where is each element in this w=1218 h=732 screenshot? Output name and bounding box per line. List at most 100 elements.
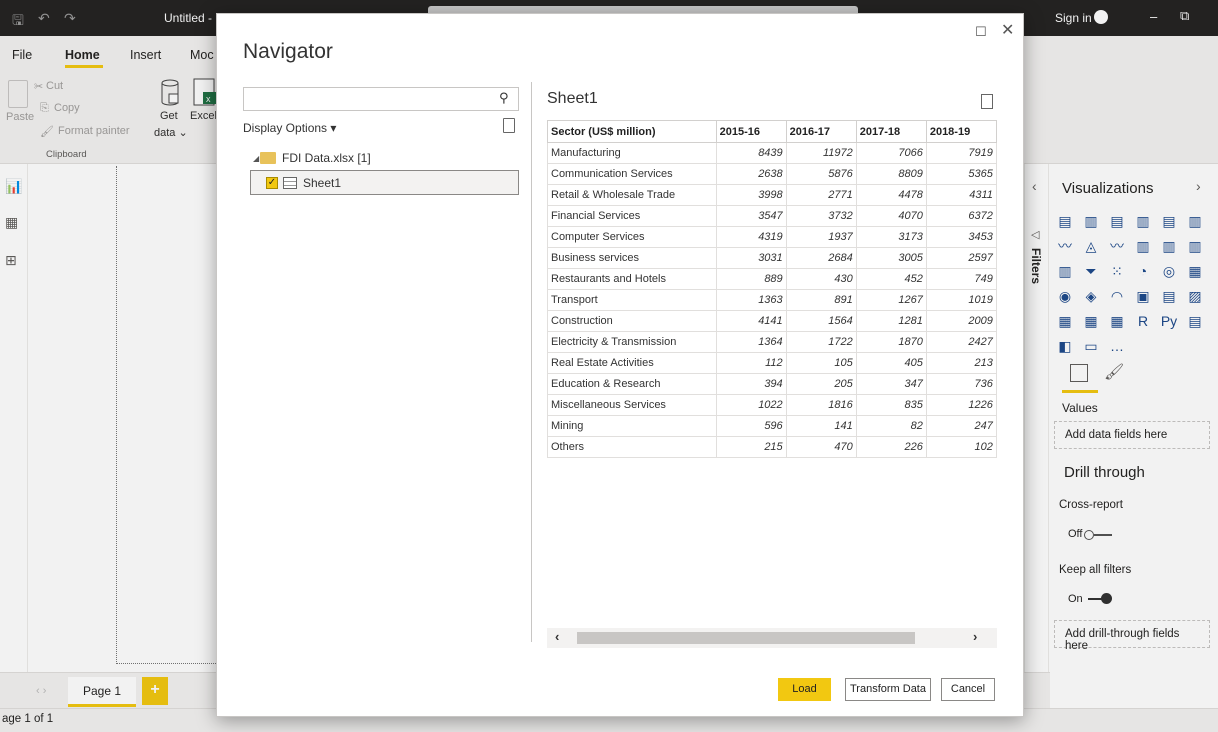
table-row: Business services 3031 2684 3005 2597 bbox=[547, 247, 997, 269]
overflow-cell bbox=[995, 352, 997, 374]
value-cell: 3173 bbox=[855, 226, 927, 248]
sector-cell: Real Estate Activities bbox=[547, 352, 717, 374]
overflow-cell bbox=[995, 247, 997, 269]
scroll-left-icon[interactable]: ‹ bbox=[555, 629, 559, 644]
value-cell: 215 bbox=[715, 436, 787, 458]
value-cell: 105 bbox=[785, 352, 857, 374]
value-cell: 1816 bbox=[785, 394, 857, 416]
value-cell: 470 bbox=[785, 436, 857, 458]
sector-cell: Others bbox=[547, 436, 717, 458]
value-cell: 5365 bbox=[925, 163, 997, 185]
value-cell: 835 bbox=[855, 394, 927, 416]
value-cell: 2684 bbox=[785, 247, 857, 269]
refresh-icon[interactable] bbox=[503, 118, 515, 133]
maximize-icon[interactable]: ☐ bbox=[975, 24, 987, 40]
table-row: Real Estate Activities 112 105 405 213 bbox=[547, 352, 997, 374]
value-cell: 205 bbox=[785, 373, 857, 395]
value-cell: 2427 bbox=[925, 331, 997, 353]
value-cell: 213 bbox=[925, 352, 997, 374]
table-icon bbox=[283, 177, 297, 189]
column-header: 2015-16 bbox=[715, 120, 787, 143]
sector-cell: Construction bbox=[547, 310, 717, 332]
value-cell: 7919 bbox=[925, 142, 997, 164]
value-cell: 1022 bbox=[715, 394, 787, 416]
value-cell: 6372 bbox=[925, 205, 997, 227]
table-row: Transport 1363 891 1267 1019 bbox=[547, 289, 997, 311]
value-cell: 596 bbox=[715, 415, 787, 437]
transform-data-button[interactable]: Transform Data bbox=[845, 678, 931, 701]
column-header: 2016-17 bbox=[785, 120, 857, 143]
navigator-dialog: Navigator ☐ ✕ ⚲ Display Options ▾ ◢ FDI … bbox=[216, 13, 1024, 717]
table-row: Mining 596 141 82 247 bbox=[547, 415, 997, 437]
overflow-cell bbox=[995, 205, 997, 227]
value-cell: 2771 bbox=[785, 184, 857, 206]
display-options-dropdown[interactable]: Display Options ▾ bbox=[243, 121, 336, 135]
value-cell: 1870 bbox=[855, 331, 927, 353]
navigator-search-input[interactable] bbox=[244, 88, 494, 110]
sector-cell: Financial Services bbox=[547, 205, 717, 227]
scroll-right-icon[interactable]: › bbox=[973, 629, 977, 644]
sector-cell: Manufacturing bbox=[547, 142, 717, 164]
value-cell: 1364 bbox=[715, 331, 787, 353]
value-cell: 1019 bbox=[925, 289, 997, 311]
value-cell: 1267 bbox=[855, 289, 927, 311]
overflow-cell bbox=[995, 142, 997, 164]
value-cell: 2597 bbox=[925, 247, 997, 269]
table-row: Electricity & Transmission 1364 1722 1870 24… bbox=[547, 331, 997, 353]
overflow-cell bbox=[995, 310, 997, 332]
value-cell: 247 bbox=[925, 415, 997, 437]
navigator-search bbox=[243, 87, 519, 111]
sheet-checkbox[interactable]: ✓ bbox=[266, 177, 278, 189]
value-cell: 1564 bbox=[785, 310, 857, 332]
value-cell: 1937 bbox=[785, 226, 857, 248]
sheet-label: Sheet1 bbox=[303, 176, 342, 190]
sector-cell: Transport bbox=[547, 289, 717, 311]
sector-cell: Business services bbox=[547, 247, 717, 269]
value-cell: 891 bbox=[785, 289, 857, 311]
search-icon[interactable]: ⚲ bbox=[499, 90, 509, 106]
value-cell: 3998 bbox=[715, 184, 787, 206]
value-cell: 394 bbox=[715, 373, 787, 395]
tree-expand-icon[interactable]: ◢ bbox=[253, 154, 259, 163]
overflow-cell bbox=[995, 394, 997, 416]
column-header: Sector (US$ million) bbox=[547, 120, 717, 143]
cancel-button[interactable]: Cancel bbox=[941, 678, 995, 701]
value-cell: 736 bbox=[925, 373, 997, 395]
table-row: Retail & Wholesale Trade 3998 2771 4478 4311 bbox=[547, 184, 997, 206]
sector-cell: Restaurants and Hotels bbox=[547, 268, 717, 290]
column-header: 2 bbox=[995, 120, 997, 143]
close-icon[interactable]: ✕ bbox=[1001, 20, 1014, 40]
table-row: Computer Services 4319 1937 3173 3453 bbox=[547, 226, 997, 248]
tree-file-node[interactable]: FDI Data.xlsx [1] bbox=[282, 151, 371, 165]
table-row: Others 215 470 226 102 bbox=[547, 436, 997, 458]
value-cell: 749 bbox=[925, 268, 997, 290]
value-cell: 3547 bbox=[715, 205, 787, 227]
overflow-cell bbox=[995, 415, 997, 437]
table-row: Education & Research 394 205 347 736 bbox=[547, 373, 997, 395]
preview-table: Sector (US$ million) 2015-16 2016-17 2017-1… bbox=[547, 120, 997, 458]
column-header: 2018-19 bbox=[925, 120, 997, 143]
horizontal-scrollbar[interactable]: ‹ › bbox=[547, 628, 997, 648]
preview-options-icon[interactable] bbox=[981, 94, 993, 109]
value-cell: 430 bbox=[785, 268, 857, 290]
sector-cell: Communication Services bbox=[547, 163, 717, 185]
value-cell: 2638 bbox=[715, 163, 787, 185]
preview-table-container: Sector (US$ million) 2015-16 2016-17 2017-1… bbox=[547, 120, 997, 460]
table-row: Manufacturing 8439 11972 7066 7919 bbox=[547, 142, 997, 164]
value-cell: 3005 bbox=[855, 247, 927, 269]
pane-divider[interactable] bbox=[531, 82, 532, 642]
tree-sheet-node[interactable]: ✓ Sheet1 bbox=[250, 170, 519, 195]
value-cell: 889 bbox=[715, 268, 787, 290]
overflow-cell bbox=[995, 226, 997, 248]
value-cell: 82 bbox=[855, 415, 927, 437]
sector-cell: Education & Research bbox=[547, 373, 717, 395]
scrollbar-thumb[interactable] bbox=[577, 632, 915, 644]
overflow-cell bbox=[995, 373, 997, 395]
overflow-cell bbox=[995, 184, 997, 206]
sector-cell: Miscellaneous Services bbox=[547, 394, 717, 416]
value-cell: 347 bbox=[855, 373, 927, 395]
load-button[interactable]: Load bbox=[778, 678, 831, 701]
overflow-cell bbox=[995, 268, 997, 290]
value-cell: 4141 bbox=[715, 310, 787, 332]
value-cell: 141 bbox=[785, 415, 857, 437]
